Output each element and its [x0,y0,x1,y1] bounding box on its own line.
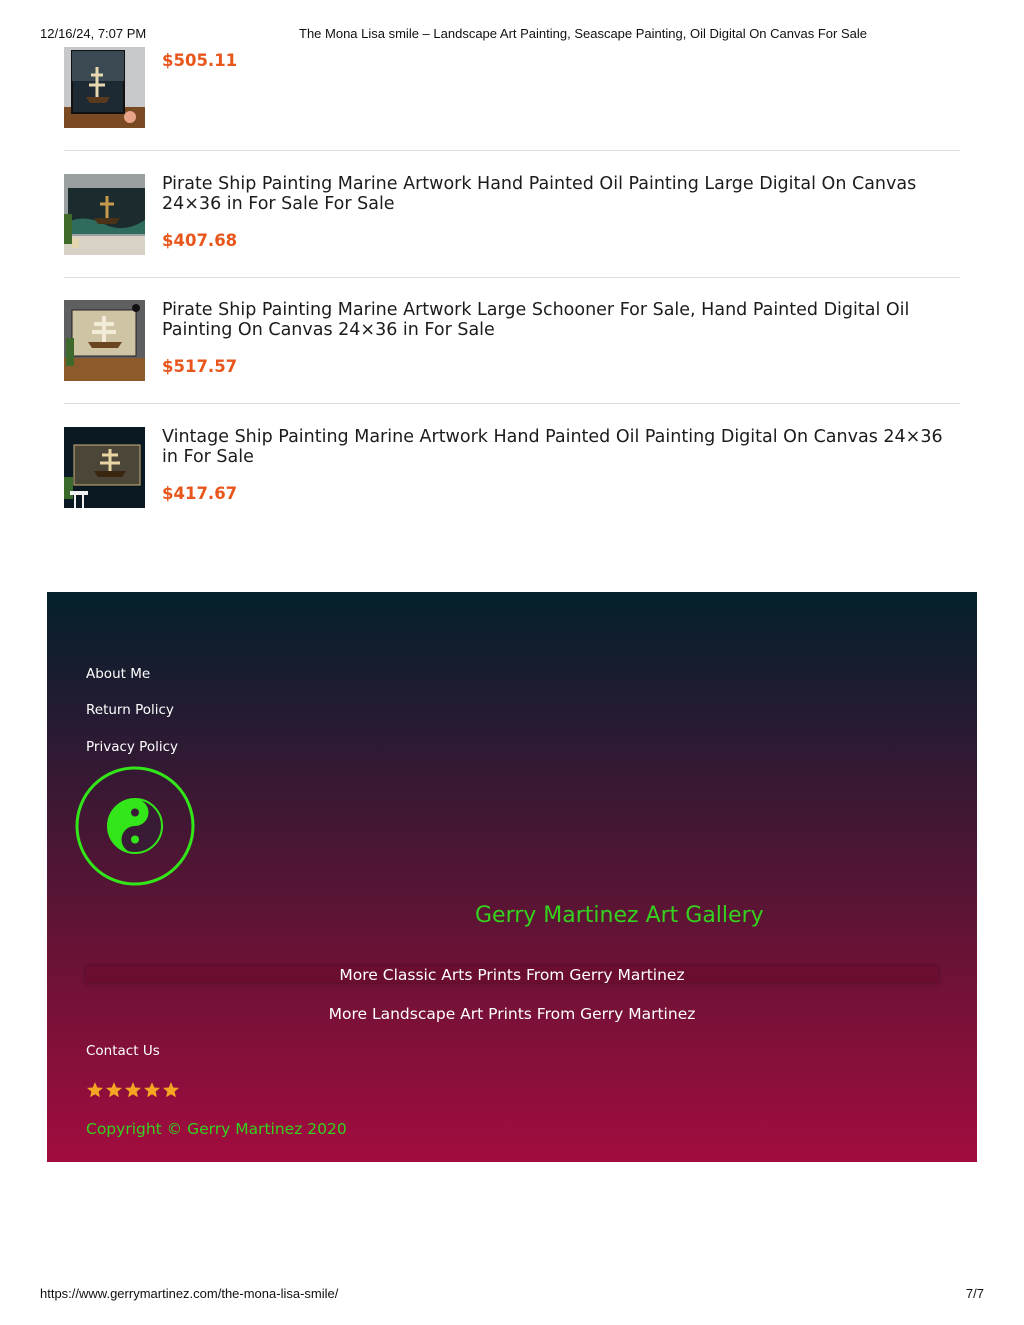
footer-link-privacy-policy[interactable]: Privacy Policy [86,739,178,755]
print-footer: https://www.gerrymartinez.com/the-mona-l… [40,1286,984,1302]
product-price: $517.57 [162,357,238,376]
more-landscape-art-link[interactable]: More Landscape Art Prints From Gerry Mar… [47,1005,977,1023]
divider [64,403,960,404]
star-icon [124,1082,142,1098]
product-item[interactable]: Pirate Ship Painting Marine Artwork Hand… [64,174,960,255]
product-name[interactable]: Vintage Ship Painting Marine Artwork Han… [162,427,960,467]
divider [64,277,960,278]
yin-yang-icon[interactable] [75,766,195,886]
print-header: 12/16/24, 7:07 PM The Mona Lisa smile – … [40,26,984,42]
star-icon [162,1082,180,1098]
footer-link-contact[interactable]: Contact Us [86,1043,160,1059]
print-page-number: 7/7 [965,1286,984,1301]
product-item[interactable]: Pirate Ship Painting Marine Artwork Larg… [64,300,960,381]
product-name[interactable]: Pirate Ship Painting Marine Artwork Hand… [162,174,960,214]
product-thumbnail[interactable] [64,300,145,381]
product-thumbnail[interactable] [64,47,145,128]
footer-link-return-policy[interactable]: Return Policy [86,702,174,718]
product-item[interactable]: Vintage Ship Painting Marine Artwork Han… [64,427,960,508]
product-name[interactable]: Pirate Ship Painting Marine Artwork Larg… [162,300,960,340]
print-datetime: 12/16/24, 7:07 PM [40,26,147,41]
star-icon [105,1082,123,1098]
print-url: https://www.gerrymartinez.com/the-mona-l… [40,1286,339,1301]
more-classic-arts-link[interactable]: More Classic Arts Prints From Gerry Mart… [47,966,977,984]
product-price: $407.68 [162,231,238,250]
product-thumbnail[interactable] [64,427,145,508]
product-thumbnail[interactable] [64,174,145,255]
footer-link-about[interactable]: About Me [86,666,150,682]
star-icon [86,1082,104,1098]
brand-name[interactable]: Gerry Martinez Art Gallery [475,903,764,928]
print-doc-title: The Mona Lisa smile – Landscape Art Pain… [299,26,867,41]
site-footer: About Me Return Policy Privacy Policy Ge… [47,592,977,1162]
product-item[interactable]: $505.11 [64,47,960,128]
copyright-text: Copyright © Gerry Martinez 2020 [86,1120,347,1138]
product-price: $505.11 [162,51,238,70]
rating-stars [86,1081,180,1101]
divider [64,150,960,151]
star-icon [143,1082,161,1098]
product-price: $417.67 [162,484,238,503]
